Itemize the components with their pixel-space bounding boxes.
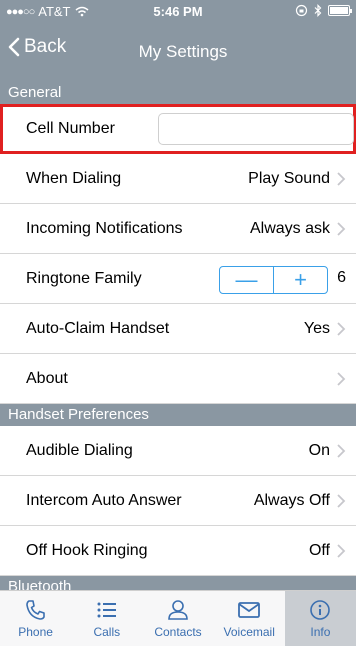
battery-icon	[328, 5, 352, 16]
incoming-notifications-value: Always ask	[249, 219, 330, 237]
chevron-right-icon	[337, 543, 346, 558]
ringtone-family-row: Ringtone Family — + 6	[0, 254, 356, 304]
off-hook-ringing-row[interactable]: Off Hook Ringing Off	[0, 526, 356, 576]
ringtone-family-value: 6	[337, 269, 346, 286]
tab-label: Voicemail	[223, 625, 275, 639]
tab-label: Calls	[93, 625, 121, 639]
off-hook-ringing-value: Off	[308, 541, 330, 559]
audible-dialing-row[interactable]: Audible Dialing On	[0, 426, 356, 476]
chevron-right-icon	[337, 493, 346, 508]
tab-bar: Phone Calls Contacts Voicemail Info	[0, 590, 356, 646]
tab-label: Contacts	[154, 625, 202, 639]
person-icon	[168, 600, 188, 620]
tab-voicemail[interactable]: Voicemail	[214, 591, 285, 646]
tab-label: Phone	[18, 625, 53, 639]
when-dialing-label: When Dialing	[26, 169, 122, 187]
tab-label: Info	[310, 625, 331, 639]
incoming-notifications-label: Incoming Notifications	[26, 219, 183, 237]
ringtone-stepper[interactable]: — +	[219, 266, 328, 294]
about-label: About	[26, 369, 68, 387]
off-hook-ringing-label: Off Hook Ringing	[26, 541, 148, 559]
audible-dialing-label: Audible Dialing	[26, 441, 133, 459]
section-header-general: General	[0, 82, 356, 104]
cell-number-input[interactable]	[158, 113, 354, 145]
chevron-right-icon	[337, 371, 346, 386]
tab-phone[interactable]: Phone	[0, 591, 71, 646]
when-dialing-row[interactable]: When Dialing Play Sound	[0, 154, 356, 204]
chevron-right-icon	[337, 443, 346, 458]
phone-icon	[25, 600, 45, 620]
about-row[interactable]: About	[0, 354, 356, 404]
bluetooth-icon	[314, 4, 322, 17]
list-icon	[97, 602, 116, 618]
tab-calls[interactable]: Calls	[71, 591, 142, 646]
auto-claim-label: Auto-Claim Handset	[26, 319, 170, 337]
envelope-icon	[238, 602, 261, 618]
cell-number-row: Cell Number	[0, 104, 356, 154]
auto-claim-value: Yes	[303, 319, 330, 337]
section-header-handset: Handset Preferences	[0, 404, 356, 426]
top-bar: ●●●○○ AT&T 5:46 PM Back My Settings	[0, 0, 356, 82]
chevron-right-icon	[337, 321, 346, 336]
audible-dialing-value: On	[308, 441, 330, 459]
intercom-auto-answer-row[interactable]: Intercom Auto Answer Always Off	[0, 476, 356, 526]
page-title: My Settings	[138, 42, 228, 61]
navigation-bar: Back My Settings	[0, 22, 356, 82]
incoming-notifications-row[interactable]: Incoming Notifications Always ask	[0, 204, 356, 254]
intercom-auto-answer-value: Always Off	[253, 491, 330, 509]
info-icon	[310, 600, 331, 620]
increment-button[interactable]: +	[274, 267, 327, 293]
intercom-auto-answer-label: Intercom Auto Answer	[26, 491, 182, 509]
orientation-lock-icon	[295, 4, 308, 17]
when-dialing-value: Play Sound	[248, 169, 330, 187]
tab-contacts[interactable]: Contacts	[142, 591, 213, 646]
chevron-right-icon	[337, 171, 346, 186]
status-bar: ●●●○○ AT&T 5:46 PM	[0, 0, 356, 22]
chevron-right-icon	[337, 221, 346, 236]
auto-claim-row[interactable]: Auto-Claim Handset Yes	[0, 304, 356, 354]
decrement-button[interactable]: —	[220, 267, 273, 293]
tab-info[interactable]: Info	[284, 591, 356, 646]
